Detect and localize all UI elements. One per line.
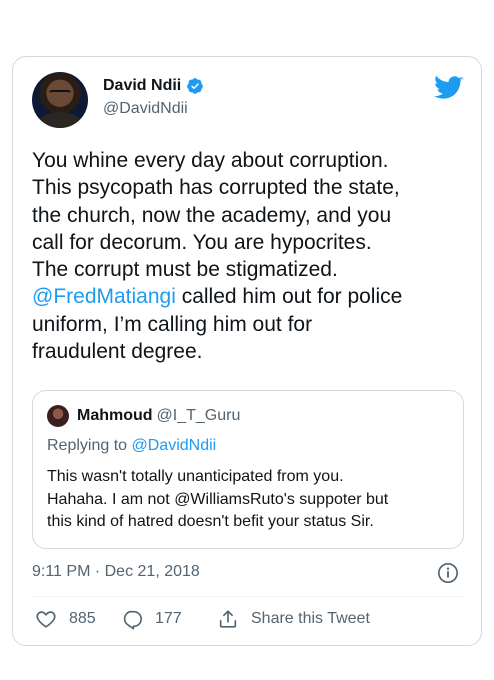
replying-to: Replying to @DavidNdii bbox=[47, 437, 216, 455]
like-count: 885 bbox=[69, 610, 96, 627]
verified-badge-icon bbox=[187, 78, 204, 94]
reply-count: 177 bbox=[155, 610, 182, 627]
author-handle[interactable]: @DavidNdii bbox=[103, 100, 188, 118]
tweet-card[interactable]: David Ndii @DavidNdii You whine every da… bbox=[12, 56, 482, 646]
quoted-tweet[interactable]: Mahmoud @I_T_Guru Replying to @DavidNdii … bbox=[32, 390, 464, 549]
twitter-bird-icon[interactable] bbox=[434, 76, 464, 101]
share-button[interactable]: Share this Tweet bbox=[217, 608, 370, 630]
share-icon bbox=[219, 610, 237, 628]
author-avatar[interactable] bbox=[32, 72, 88, 128]
author-name[interactable]: David Ndii bbox=[103, 77, 181, 95]
replying-to-label: Replying to bbox=[47, 437, 132, 454]
tweet-timestamp[interactable]: 9:11 PM · Dec 21, 2018 bbox=[32, 563, 200, 581]
reply-bubble-icon bbox=[123, 610, 142, 630]
action-bar: 885 177 Share this Tweet bbox=[35, 608, 370, 630]
share-label: Share this Tweet bbox=[251, 610, 370, 627]
mention-link[interactable]: @FredMatiangi bbox=[32, 285, 176, 308]
quoted-name-row: Mahmoud @I_T_Guru bbox=[77, 407, 240, 425]
divider bbox=[32, 596, 462, 597]
tweet-text-body: You whine every day about corruption. Th… bbox=[32, 149, 400, 282]
quoted-author-name[interactable]: Mahmoud bbox=[77, 407, 153, 424]
info-icon[interactable] bbox=[437, 562, 459, 584]
heart-icon bbox=[36, 611, 56, 628]
reply-button[interactable]: 177 bbox=[121, 608, 217, 630]
author-name-row: David Ndii bbox=[103, 77, 204, 95]
quoted-avatar[interactable] bbox=[47, 405, 69, 427]
like-button[interactable]: 885 bbox=[35, 608, 121, 630]
replying-to-handle[interactable]: @DavidNdii bbox=[132, 437, 217, 454]
quoted-author-handle[interactable]: @I_T_Guru bbox=[157, 407, 241, 424]
quoted-text: This wasn't totally unanticipated from y… bbox=[47, 468, 389, 530]
tweet-text: You whine every day about corruption. Th… bbox=[32, 147, 477, 365]
